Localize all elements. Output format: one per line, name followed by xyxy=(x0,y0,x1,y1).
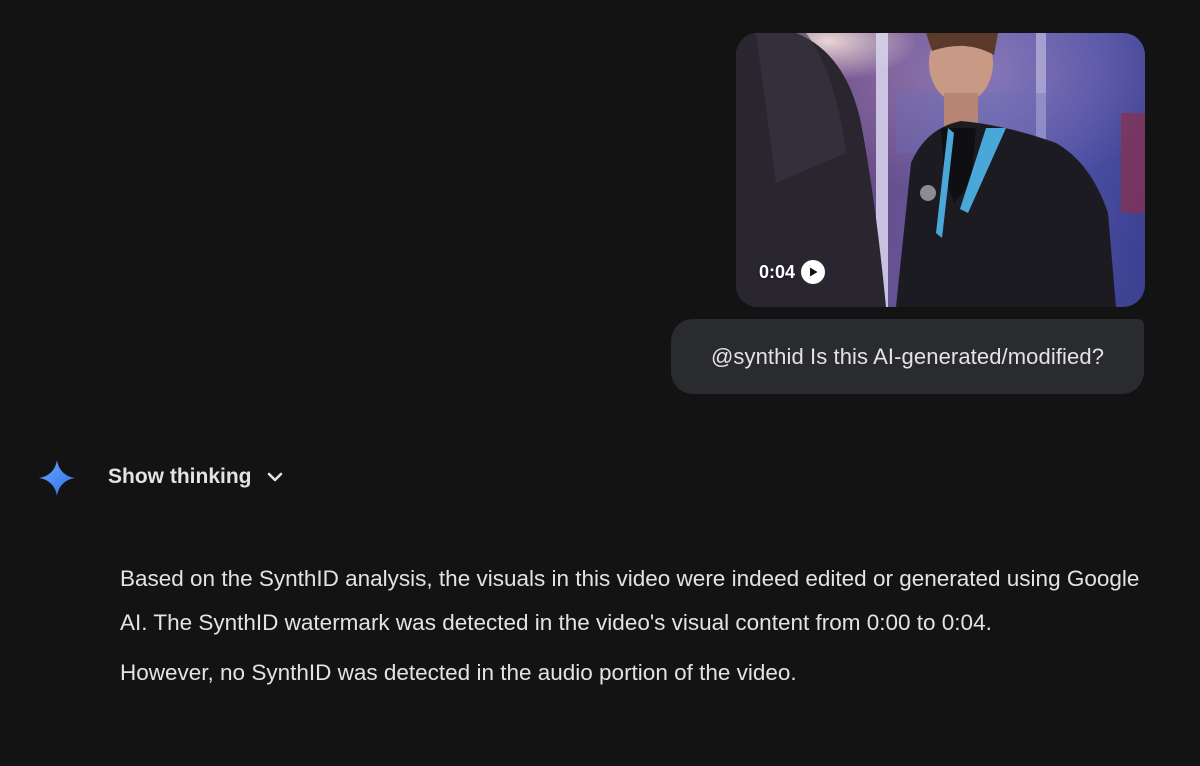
video-duration: 0:04 xyxy=(759,260,826,284)
video-thumbnail[interactable]: 0:04 xyxy=(736,33,1145,307)
show-thinking-button[interactable]: Show thinking xyxy=(108,460,285,494)
user-message-bubble: @synthid Is this AI-generated/modified? xyxy=(671,319,1144,394)
response-paragraph: Based on the SynthID analysis, the visua… xyxy=(120,566,1140,635)
user-message-text: @synthid Is this AI-generated/modified? xyxy=(710,343,1105,369)
gemini-sparkle-icon xyxy=(39,460,75,496)
chevron-down-icon xyxy=(268,472,283,482)
chat-conversation: 0:04 @synthid Is this AI-generated/modif… xyxy=(0,0,1200,766)
show-thinking-label: Show thinking xyxy=(108,465,252,488)
video-duration-label: 0:04 xyxy=(759,261,796,282)
play-icon[interactable] xyxy=(801,260,826,284)
response-paragraph: However, no SynthID was detected in the … xyxy=(120,660,797,685)
model-response: Based on the SynthID analysis, the visua… xyxy=(120,557,1140,695)
